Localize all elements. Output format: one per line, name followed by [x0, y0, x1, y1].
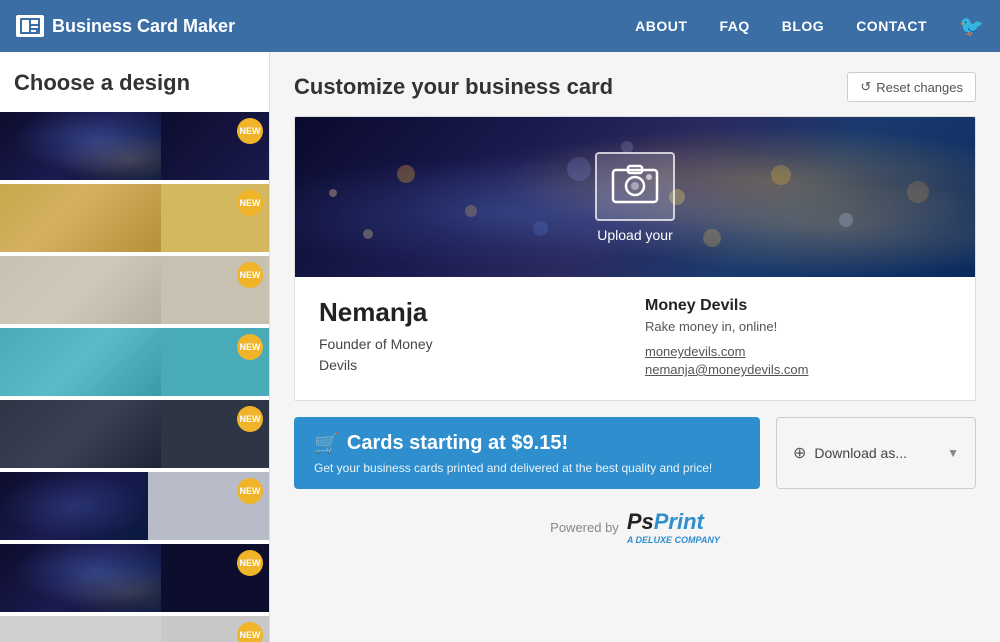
card-name[interactable]: Nemanja: [319, 297, 625, 328]
new-badge-1: NEW: [237, 118, 263, 144]
reset-button[interactable]: ↺ Reset changes: [847, 72, 976, 102]
design-item-6[interactable]: NEW: [0, 472, 269, 540]
nav-contact[interactable]: CONTACT: [856, 18, 927, 34]
content-title: Customize your business card: [294, 74, 613, 100]
header: Business Card Maker ABOUT FAQ BLOG CONTA…: [0, 0, 1000, 52]
nav-blog[interactable]: BLOG: [782, 18, 824, 34]
card-email[interactable]: nemanja@moneydevils.com: [645, 362, 951, 377]
upload-text: Upload your: [597, 227, 673, 243]
new-badge-6: NEW: [237, 478, 263, 504]
card-info: Nemanja Founder of Money Devils Money De…: [295, 277, 975, 400]
card-image-area[interactable]: Upload your: [295, 117, 975, 277]
powered-by-label: Powered by: [550, 520, 619, 535]
twitter-icon[interactable]: 🐦: [959, 14, 984, 39]
bottom-actions: 🛒 Cards starting at $9.15! Get your busi…: [294, 417, 976, 489]
psprint-tagline: A DELUXE COMPANY: [627, 535, 720, 545]
print-cta[interactable]: 🛒 Cards starting at $9.15! Get your busi…: [294, 417, 760, 489]
design-item-3[interactable]: NEW: [0, 256, 269, 324]
logo-text: Business Card Maker: [52, 16, 235, 37]
chevron-down-icon: ▼: [947, 446, 959, 460]
content-header: Customize your business card ↺ Reset cha…: [294, 72, 976, 102]
download-button[interactable]: ⊕ Download as... ▼: [776, 417, 976, 489]
content-area: Customize your business card ↺ Reset cha…: [270, 52, 1000, 642]
design-item-4[interactable]: NEW: [0, 328, 269, 396]
print-cta-title: 🛒 Cards starting at $9.15!: [314, 431, 740, 456]
card-website[interactable]: moneydevils.com: [645, 344, 951, 359]
design-item-8[interactable]: www.heritagechristiancollege.com NEW: [0, 616, 269, 642]
download-label: Download as...: [814, 445, 939, 461]
new-badge-8: NEW: [237, 622, 263, 642]
sidebar: Choose a design NEW NEW: [0, 52, 270, 642]
main-layout: Choose a design NEW NEW: [0, 52, 1000, 642]
reset-label: Reset changes: [876, 80, 963, 95]
header-nav: ABOUT FAQ BLOG CONTACT 🐦: [635, 14, 984, 39]
card-job-title: Founder of Money Devils: [319, 334, 625, 376]
upload-overlay[interactable]: Upload your: [595, 152, 675, 243]
upload-icon-box: [595, 152, 675, 221]
card-preview: Upload your Nemanja Founder of Money Dev…: [294, 116, 976, 401]
nav-faq[interactable]: FAQ: [719, 18, 749, 34]
logo-icon: [16, 15, 44, 37]
card-info-right: Money Devils Rake money in, online! mone…: [645, 297, 951, 380]
logo: Business Card Maker: [16, 15, 235, 37]
new-badge-3: NEW: [237, 262, 263, 288]
new-badge-5: NEW: [237, 406, 263, 432]
psprint-logo: PsPrint A DELUXE COMPANY: [627, 509, 720, 545]
design-item-2[interactable]: NEW: [0, 184, 269, 252]
card-company[interactable]: Money Devils: [645, 297, 951, 315]
reset-icon: ↺: [860, 79, 871, 95]
sidebar-title: Choose a design: [0, 52, 269, 108]
design-item-7[interactable]: NEW: [0, 544, 269, 612]
nav-about[interactable]: ABOUT: [635, 18, 687, 34]
new-badge-4: NEW: [237, 334, 263, 360]
powered-by: Powered by PsPrint A DELUXE COMPANY: [294, 509, 976, 545]
card-tagline: Rake money in, online!: [645, 319, 951, 334]
new-badge-7: NEW: [237, 550, 263, 576]
card-info-left: Nemanja Founder of Money Devils: [319, 297, 625, 380]
new-badge-2: NEW: [237, 190, 263, 216]
design-item-5[interactable]: NEW: [0, 400, 269, 468]
download-icon: ⊕: [793, 443, 806, 463]
design-item-1[interactable]: NEW: [0, 112, 269, 180]
cart-icon: 🛒: [314, 431, 339, 456]
print-cta-subtitle: Get your business cards printed and deli…: [314, 461, 740, 475]
